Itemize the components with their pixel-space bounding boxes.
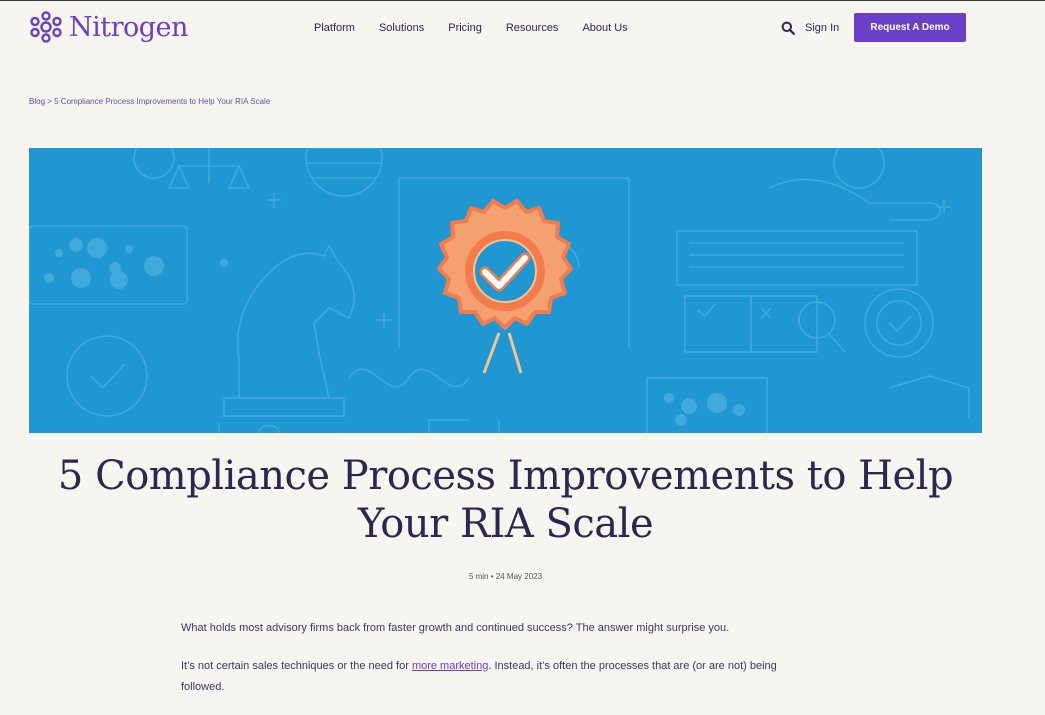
breadcrumb: Blog > 5 Compliance Process Improvements… [29,97,270,106]
breadcrumb-blog-link[interactable]: Blog [29,97,45,106]
nav-platform[interactable]: Platform [314,22,355,34]
award-badge-icon [437,199,573,374]
more-marketing-link[interactable]: more marketing [412,660,488,672]
article-meta: 5 min • 24 May 2023 [29,572,982,581]
logo-text: Nitrogen [69,11,188,43]
article-title: 5 Compliance Process Improvements to Hel… [57,453,954,547]
publish-date: 24 May 2023 [495,572,543,581]
paragraph-2-text-start: It’s not certain sales techniques or the… [181,660,412,672]
nav-pricing[interactable]: Pricing [448,22,482,34]
hero-illustration [29,148,970,433]
nitrogen-logo-icon [30,11,62,43]
article-body: What holds most advisory firms back from… [181,618,821,715]
paragraph-2: It’s not certain sales techniques or the… [181,656,821,698]
read-time: 5 min [468,572,489,581]
nav-solutions[interactable]: Solutions [379,22,424,34]
nitrogen-logo[interactable]: Nitrogen [29,9,188,45]
nav-resources[interactable]: Resources [506,22,559,34]
paragraph-1: What holds most advisory firms back from… [181,622,730,634]
main-nav: Platform Solutions Pricing Resources Abo… [314,22,652,34]
breadcrumb-current: 5 Compliance Process Improvements to Hel… [54,97,271,106]
request-demo-button[interactable]: Request A Demo [854,13,966,42]
meta-separator: • [490,572,494,581]
search-icon[interactable] [781,21,795,35]
nav-about-us[interactable]: About Us [582,22,627,34]
breadcrumb-separator: > [47,97,52,106]
top-border [0,0,1045,1]
hero-image [29,148,982,433]
sign-in-link[interactable]: Sign In [805,22,839,34]
